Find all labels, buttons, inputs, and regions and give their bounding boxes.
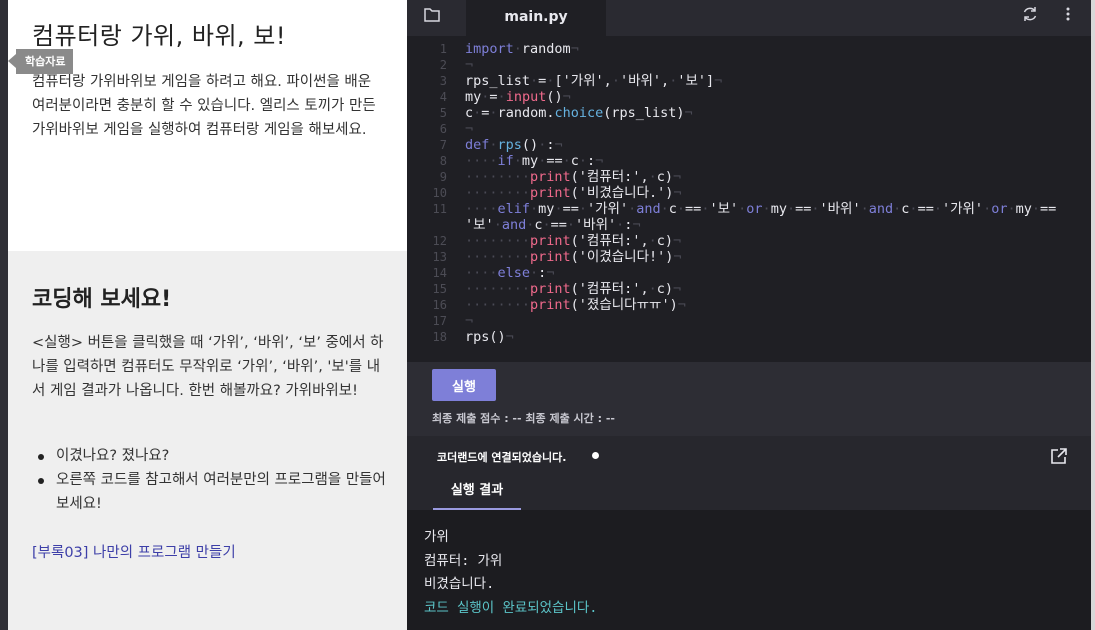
code-text: ········print('컴퓨터:',·c)¬ bbox=[465, 233, 682, 249]
code-text: import·random¬ bbox=[465, 41, 579, 57]
line-number: 14 bbox=[432, 266, 447, 280]
code-text: ········print('비겼습니다.')¬ bbox=[465, 185, 682, 201]
output-line: 가위 bbox=[424, 529, 449, 545]
line-number: 18 bbox=[432, 330, 447, 344]
code-editor: main.py 1 import·random¬ 2 ¬ 3 rps_list·=·[… bbox=[407, 0, 1091, 630]
code-line: 11 ····elif·my·==·'가위'·and·c·==·'보'·or·my… bbox=[407, 201, 1091, 233]
connection-bar: 코더랜드에 연결되었습니다. 실행 결과 bbox=[407, 436, 1091, 510]
code-text: ········print('컴퓨터:',·c)¬ bbox=[465, 281, 682, 297]
code-text: ····if·my·==·c·:¬ bbox=[465, 153, 604, 169]
code-text: rps_list·=·['가위',·'바위',·'보']¬ bbox=[465, 73, 723, 89]
code-line: 3 rps_list·=·['가위',·'바위',·'보']¬ bbox=[407, 73, 1091, 89]
bullet-item: 오른쪽 코드를 참고해서 여러분만의 프로그램을 만들어 보세요! bbox=[32, 468, 386, 516]
editor-tabbar: main.py bbox=[407, 0, 1091, 36]
lesson-section: 컴퓨터랑 가위, 바위, 보! 컴퓨터랑 가위바위보 게임을 하려고 해요. 파… bbox=[8, 0, 407, 251]
code-line: 12 ········print('컴퓨터:',·c)¬ bbox=[407, 233, 1091, 249]
line-number: 15 bbox=[432, 282, 447, 296]
code-text: ····else·:¬ bbox=[465, 265, 555, 281]
code-line: 4 my·=·input()¬ bbox=[407, 89, 1091, 105]
connection-status: 코더랜드에 연결되었습니다. bbox=[437, 451, 567, 464]
appendix-link[interactable]: [부록03] 나만의 프로그램 만들기 bbox=[32, 541, 236, 562]
run-bar: 실행 최종 제출 점수 : -- 최종 제출 시간 : -- bbox=[407, 362, 1091, 436]
output-complete-message: 코드 실행이 완료되었습니다. bbox=[424, 599, 598, 616]
output-line: 컴퓨터: 가위 bbox=[424, 552, 503, 569]
coding-bullet-list: 이겼나요? 졌나요? 오른쪽 코드를 참고해서 여러분만의 프로그램을 만들어 … bbox=[32, 444, 386, 516]
output-line: 비겼습니다. bbox=[424, 576, 495, 592]
lesson-description: 컴퓨터랑 가위바위보 게임을 하려고 해요. 파이썬을 배운 여러분이라면 충분… bbox=[32, 74, 376, 138]
study-material-badge[interactable]: 학습자료 bbox=[7, 49, 74, 74]
external-link-icon[interactable] bbox=[1049, 446, 1069, 466]
code-line: 2 ¬ bbox=[407, 57, 1091, 73]
code-text: ¬ bbox=[465, 57, 474, 73]
right-edge-strip bbox=[1091, 0, 1095, 630]
folder-icon[interactable] bbox=[423, 6, 441, 24]
lesson-title: 컴퓨터랑 가위, 바위, 보! bbox=[32, 22, 286, 50]
code-text: ¬ bbox=[465, 121, 474, 137]
coding-section: 코딩해 보세요! <실행> 버튼을 클릭했을 때 ‘가위’, ‘바위’, ‘보’… bbox=[8, 251, 407, 630]
code-line: 18 rps()¬ bbox=[407, 329, 1091, 345]
code-area[interactable]: 1 import·random¬ 2 ¬ 3 rps_list·=·['가위',·'바… bbox=[407, 36, 1091, 362]
code-line: 6 ¬ bbox=[407, 121, 1091, 137]
line-number: 8 bbox=[439, 154, 447, 168]
coding-title: 코딩해 보세요! bbox=[32, 287, 172, 312]
line-number: 17 bbox=[432, 314, 447, 328]
line-number: 2 bbox=[439, 58, 447, 72]
line-number: 6 bbox=[439, 122, 447, 136]
line-number: 16 bbox=[432, 298, 447, 312]
code-text: def·rps()·:¬ bbox=[465, 137, 563, 153]
coding-description: <실행> 버튼을 클릭했을 때 ‘가위’, ‘바위’, ‘보’ 중에서 하나를 … bbox=[32, 335, 384, 399]
code-line: 7 def·rps()·:¬ bbox=[407, 137, 1091, 153]
code-line: 14 ····else·:¬ bbox=[407, 265, 1091, 281]
run-button[interactable]: 실행 bbox=[432, 369, 496, 401]
line-number: 1 bbox=[439, 42, 447, 56]
line-number: 12 bbox=[432, 234, 447, 248]
code-text: ¬ bbox=[465, 313, 474, 329]
code-line: 1 import·random¬ bbox=[407, 41, 1091, 57]
line-number: 4 bbox=[439, 90, 447, 104]
code-text: my·=·input()¬ bbox=[465, 89, 571, 105]
code-text: ····elif·my·==·'가위'·and·c·==·'보'·or·my·=… bbox=[465, 201, 1057, 233]
code-text: c·=·random.choice(rps_list)¬ bbox=[465, 105, 693, 121]
code-line: 10 ········print('비겼습니다.')¬ bbox=[407, 185, 1091, 201]
code-line: 15 ········print('컴퓨터:',·c)¬ bbox=[407, 281, 1091, 297]
code-text: ········print('졌습니다ㅠㅠ')¬ bbox=[465, 297, 686, 313]
lesson-panel: 컴퓨터랑 가위, 바위, 보! 컴퓨터랑 가위바위보 게임을 하려고 해요. 파… bbox=[7, 0, 407, 630]
line-number: 10 bbox=[432, 186, 447, 200]
code-line: 9 ········print('컴퓨터:',·c)¬ bbox=[407, 169, 1091, 185]
code-text: ········print('컴퓨터:',·c)¬ bbox=[465, 169, 682, 185]
more-vertical-icon[interactable] bbox=[1059, 5, 1077, 23]
code-line: 5 c·=·random.choice(rps_list)¬ bbox=[407, 105, 1091, 121]
line-number: 13 bbox=[432, 250, 447, 264]
bullet-item: 이겼나요? 졌나요? bbox=[32, 444, 386, 468]
status-dot bbox=[592, 452, 599, 459]
tab-main-py[interactable]: main.py bbox=[466, 0, 606, 36]
output-console[interactable]: 가위 컴퓨터: 가위 비겼습니다. 코드 실행이 완료되었습니다. bbox=[407, 510, 1091, 630]
code-line: 13 ········print('이겼습니다!')¬ bbox=[407, 249, 1091, 265]
code-line: 8 ····if·my·==·c·:¬ bbox=[407, 153, 1091, 169]
code-line: 16 ········print('졌습니다ㅠㅠ')¬ bbox=[407, 297, 1091, 313]
left-strip bbox=[0, 0, 8, 630]
tab-run-result[interactable]: 실행 결과 bbox=[433, 476, 521, 510]
score-info: 최종 제출 점수 : -- 최종 제출 시간 : -- bbox=[432, 412, 615, 425]
refresh-icon[interactable] bbox=[1021, 5, 1039, 23]
line-number: 11 bbox=[432, 202, 447, 216]
line-number: 7 bbox=[439, 138, 447, 152]
line-number: 5 bbox=[439, 106, 447, 120]
code-text: rps()¬ bbox=[465, 329, 514, 345]
line-number: 9 bbox=[439, 170, 447, 184]
code-line: 17 ¬ bbox=[407, 313, 1091, 329]
code-text: ········print('이겼습니다!')¬ bbox=[465, 249, 682, 265]
line-number: 3 bbox=[439, 74, 447, 88]
